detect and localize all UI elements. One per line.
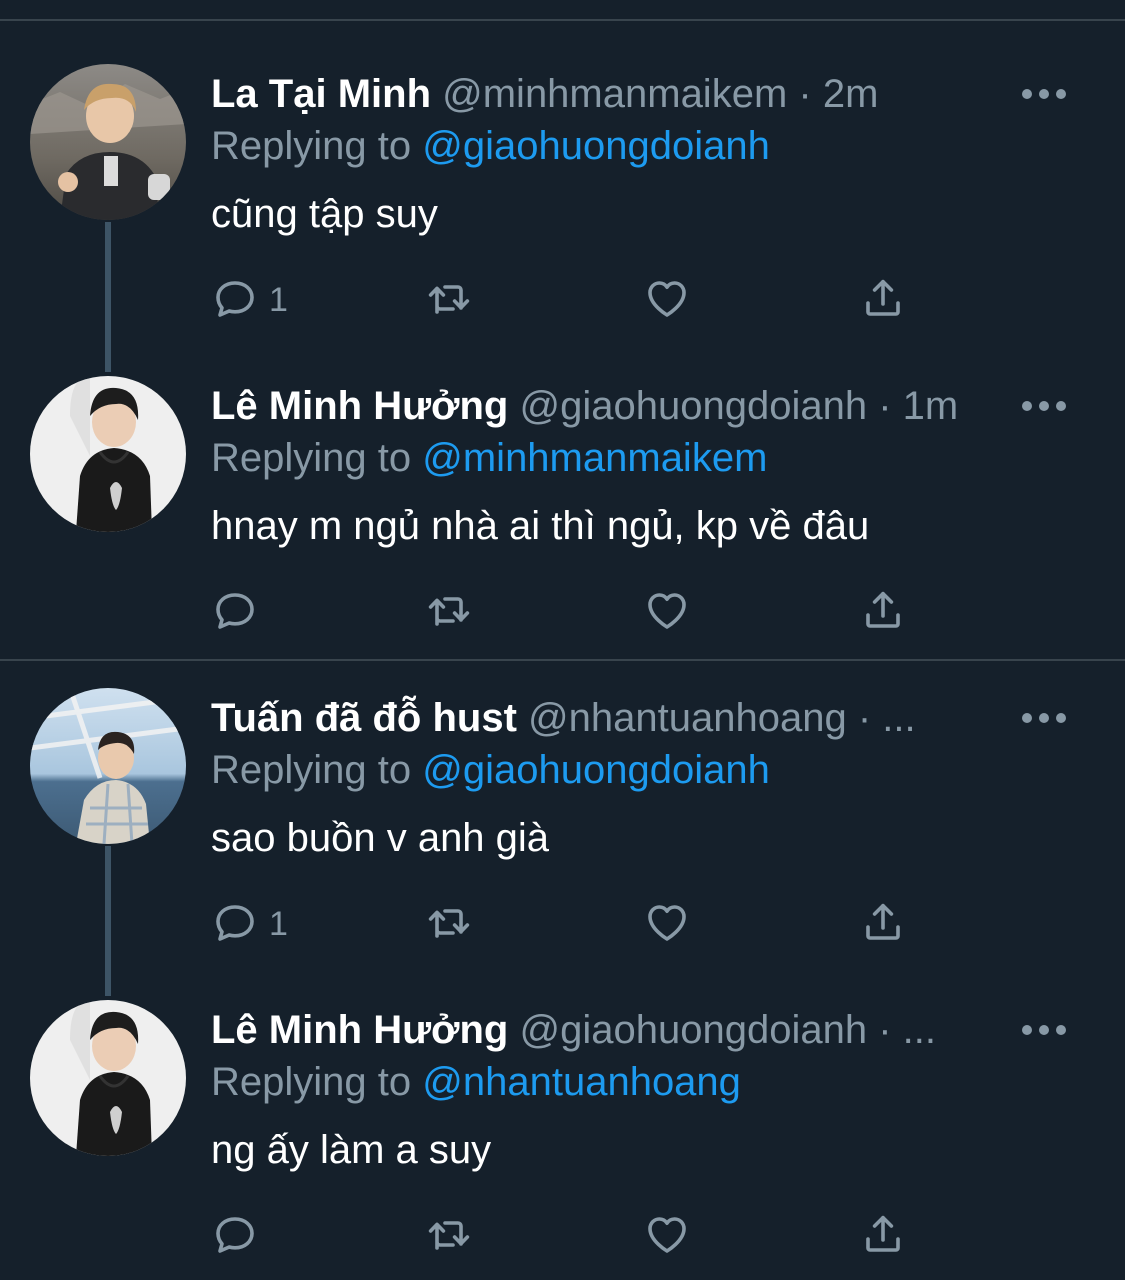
share-icon <box>859 274 907 327</box>
tweet[interactable]: La Tại Minh @minhmanmaikem · 2m Replying… <box>0 64 1125 376</box>
thread-divider <box>0 659 1125 661</box>
replying-to: Replying to @nhantuanhoang <box>211 1056 741 1108</box>
reply-count: 1 <box>269 904 288 943</box>
tweet-header: La Tại Minh @minhmanmaikem · 2m <box>211 68 878 120</box>
top-divider <box>0 19 1125 21</box>
reply-icon <box>211 1210 259 1263</box>
replying-to: Replying to @minhmanmaikem <box>211 432 767 484</box>
timestamp[interactable]: 2m <box>823 72 879 116</box>
like-button[interactable] <box>643 900 691 948</box>
more-icon[interactable] <box>1022 400 1066 412</box>
separator-dot: · <box>798 72 812 116</box>
user-handle[interactable]: @giaohuongdoianh <box>520 1008 868 1052</box>
replying-label: Replying to <box>211 436 412 480</box>
avatar[interactable] <box>30 376 186 532</box>
like-button[interactable] <box>643 588 691 636</box>
reply-button[interactable] <box>211 588 269 636</box>
retweet-icon <box>425 586 473 639</box>
share-button[interactable] <box>859 1212 907 1260</box>
avatar[interactable] <box>30 64 186 220</box>
retweet-button[interactable] <box>425 588 473 636</box>
action-bar: 1 <box>211 900 931 948</box>
mention-link[interactable]: @minhmanmaikem <box>422 436 767 480</box>
tweet[interactable]: Lê Minh Hưởng @giaohuongdoianh · 1m Repl… <box>0 376 1125 688</box>
reply-button[interactable] <box>211 1212 269 1260</box>
like-icon <box>643 898 691 951</box>
retweet-button[interactable] <box>425 900 473 948</box>
like-button[interactable] <box>643 1212 691 1260</box>
reply-count: 1 <box>269 280 288 319</box>
share-button[interactable] <box>859 900 907 948</box>
timestamp[interactable]: 1m <box>903 384 959 428</box>
reply-icon <box>211 586 259 639</box>
tweet-text: cũng tập suy <box>211 192 438 236</box>
mention-link[interactable]: @giaohuongdoianh <box>422 124 770 168</box>
reply-icon <box>211 274 259 327</box>
display-name[interactable]: La Tại Minh <box>211 72 431 116</box>
replying-label: Replying to <box>211 1060 412 1104</box>
replying-to: Replying to @giaohuongdoianh <box>211 120 770 172</box>
retweet-icon <box>425 1210 473 1263</box>
tweet-text: hnay m ngủ nhà ai thì ngủ, kp về đâu <box>211 504 870 548</box>
display-name[interactable]: Tuấn đã đỗ hust <box>211 696 517 740</box>
user-handle[interactable]: @giaohuongdoianh <box>520 384 868 428</box>
action-bar <box>211 1212 931 1260</box>
retweet-button[interactable] <box>425 276 473 324</box>
avatar[interactable] <box>30 1000 186 1156</box>
share-button[interactable] <box>859 588 907 636</box>
more-icon[interactable] <box>1022 712 1066 724</box>
display-name[interactable]: Lê Minh Hưởng <box>211 1008 508 1052</box>
separator-dot: · <box>878 384 892 428</box>
like-button[interactable] <box>643 276 691 324</box>
replying-label: Replying to <box>211 748 412 792</box>
separator-dot: · <box>878 1008 892 1052</box>
timestamp[interactable]: ... <box>903 1008 936 1052</box>
reply-button[interactable]: 1 <box>211 276 288 324</box>
tweet-text: sao buồn v anh già <box>211 816 550 860</box>
replying-label: Replying to <box>211 124 412 168</box>
reply-icon <box>211 898 259 951</box>
replying-to: Replying to @giaohuongdoianh <box>211 744 770 796</box>
tweet-header: Lê Minh Hưởng @giaohuongdoianh · ... <box>211 1004 936 1056</box>
share-icon <box>859 1210 907 1263</box>
tweet[interactable]: Lê Minh Hưởng @giaohuongdoianh · ... Rep… <box>0 1000 1125 1280</box>
timestamp[interactable]: ... <box>882 696 915 740</box>
action-bar <box>211 588 931 636</box>
tweet-text: ng ấy làm a suy <box>211 1128 492 1172</box>
tweet[interactable]: Tuấn đã đỗ hust @nhantuanhoang · ... Rep… <box>0 688 1125 1000</box>
user-handle[interactable]: @nhantuanhoang <box>528 696 847 740</box>
more-icon[interactable] <box>1022 1024 1066 1036</box>
separator-dot: · <box>857 696 872 740</box>
action-bar: 1 <box>211 276 931 324</box>
retweet-button[interactable] <box>425 1212 473 1260</box>
mention-link[interactable]: @giaohuongdoianh <box>422 748 770 792</box>
like-icon <box>643 274 691 327</box>
reply-feed: La Tại Minh @minhmanmaikem · 2m Replying… <box>0 0 1125 1280</box>
share-icon <box>859 898 907 951</box>
tweet-header: Tuấn đã đỗ hust @nhantuanhoang · ... <box>211 692 916 744</box>
user-handle[interactable]: @minhmanmaikem <box>442 72 787 116</box>
share-icon <box>859 586 907 639</box>
like-icon <box>643 1210 691 1263</box>
more-icon[interactable] <box>1022 88 1066 100</box>
mention-link[interactable]: @nhantuanhoang <box>422 1060 741 1104</box>
share-button[interactable] <box>859 276 907 324</box>
display-name[interactable]: Lê Minh Hưởng <box>211 384 508 428</box>
retweet-icon <box>425 274 473 327</box>
retweet-icon <box>425 898 473 951</box>
like-icon <box>643 586 691 639</box>
reply-button[interactable]: 1 <box>211 900 288 948</box>
tweet-header: Lê Minh Hưởng @giaohuongdoianh · 1m <box>211 380 958 432</box>
avatar[interactable] <box>30 688 186 844</box>
